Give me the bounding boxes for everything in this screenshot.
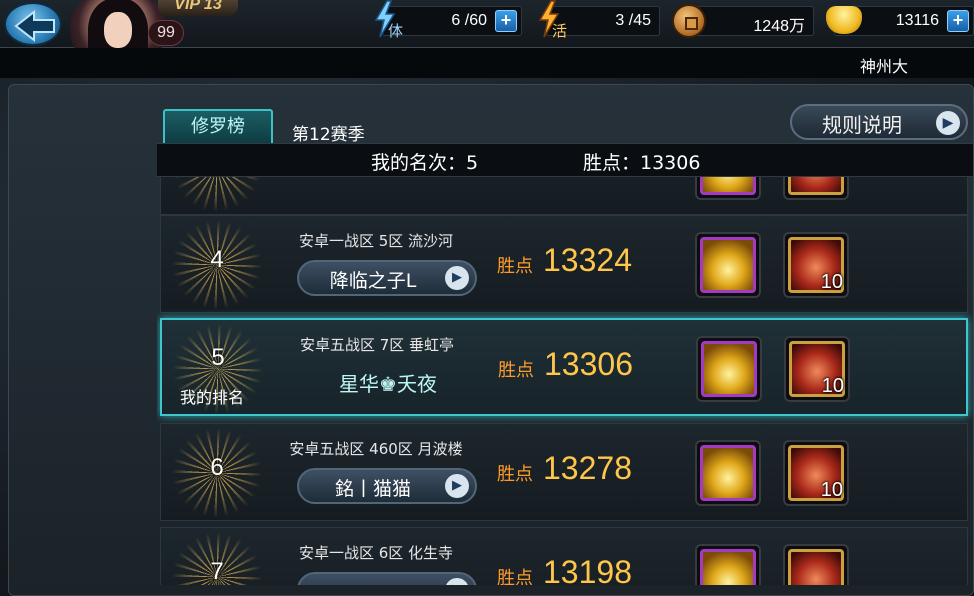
arrow-right-icon: ▶ xyxy=(936,111,960,135)
red-chest-icon[interactable] xyxy=(783,544,849,585)
rank-burst-icon xyxy=(171,177,263,212)
chest-count: 10 xyxy=(820,479,843,501)
points-value: 13306 xyxy=(544,346,633,382)
chest-count: 10 xyxy=(820,271,843,293)
player-name: 銘丨猫猫 xyxy=(334,478,411,500)
player-name-strip: 神州大 xyxy=(0,48,974,78)
ingot-value: 13116 xyxy=(895,12,939,29)
coin-icon xyxy=(672,4,706,38)
points-label: 胜点 xyxy=(497,256,533,277)
table-row[interactable]: 4 安卓一战区 5区 流沙河 降临之子L ▶ 胜点 13324 10 xyxy=(160,215,968,313)
table-row[interactable]: 6 安卓五战区 460区 月波楼 銘丨猫猫 ▶ 胜点 13278 10 xyxy=(160,423,968,521)
table-row-my-rank[interactable]: 5 我的排名 安卓五战区 7区 垂虹亭 星华♚夭夜 胜点 13306 10 xyxy=(160,318,968,416)
player-name: 神州大 xyxy=(860,57,909,76)
player-name: 星华♚夭夜 xyxy=(339,372,437,396)
red-chest-icon[interactable]: 10 xyxy=(784,336,850,402)
points-label: 胜点 xyxy=(498,360,534,381)
avatar-face xyxy=(104,12,132,48)
season-label: 第12赛季 xyxy=(292,125,365,145)
my-rank-label: 我的排名 xyxy=(180,388,245,407)
activity-label: 活 xyxy=(552,22,568,40)
server-name: 安卓五战区 7区 垂虹亭 xyxy=(299,336,455,354)
gold-treasure-icon[interactable] xyxy=(695,440,761,506)
gold-treasure-icon[interactable] xyxy=(695,177,761,200)
my-rank-text: 我的名次：5 xyxy=(371,152,479,174)
my-points-text: 胜点：13306 xyxy=(583,152,701,174)
server-name: 安卓五战区 460区 月波楼 xyxy=(289,440,463,458)
points-value: 13198 xyxy=(543,554,632,585)
table-row[interactable]: 7 安卓一战区 6区 化生寺 ▶ 胜点 13198 xyxy=(160,527,968,585)
red-chest-icon[interactable]: 10 xyxy=(783,440,849,506)
gold-treasure-icon[interactable] xyxy=(695,544,761,585)
rules-button[interactable]: 规则说明 ▶ xyxy=(790,104,968,140)
arrow-right-icon: ▶ xyxy=(445,474,469,498)
chest-count: 10 xyxy=(821,375,844,397)
gold-treasure-icon[interactable] xyxy=(695,232,761,298)
points-value: 13324 xyxy=(543,242,632,278)
red-chest-icon[interactable] xyxy=(783,177,849,200)
gold-ingot-icon xyxy=(826,6,862,34)
server-name: 安卓一战区 5区 流沙河 xyxy=(298,232,454,250)
rules-button-label: 规则说明 xyxy=(822,113,902,137)
back-button[interactable] xyxy=(4,2,62,46)
rank-number: 7 xyxy=(210,558,224,585)
stamina-value: 6 /60 xyxy=(451,12,487,29)
rank-number: 4 xyxy=(210,246,224,273)
points-label: 胜点 xyxy=(497,568,533,585)
player-name: 降临之子L xyxy=(329,270,417,292)
coin-value: 1248万 xyxy=(753,18,805,35)
red-chest-icon[interactable]: 10 xyxy=(783,232,849,298)
player-name-button[interactable]: ▶ xyxy=(297,572,477,585)
vip-badge: VIP 13 xyxy=(158,0,238,16)
rank-number: 6 xyxy=(210,454,224,481)
player-name-button[interactable]: 銘丨猫猫 ▶ xyxy=(297,468,477,504)
points-label: 胜点 xyxy=(497,464,533,485)
tab-shura-ranking[interactable]: 修罗榜 xyxy=(163,109,273,145)
arrow-right-icon: ▶ xyxy=(445,578,469,585)
activity-value: 3 /45 xyxy=(615,12,651,29)
points-value: 13278 xyxy=(543,450,632,486)
add-ingot-button[interactable]: + xyxy=(947,10,969,32)
arrow-right-icon: ▶ xyxy=(445,266,469,290)
player-level: 99 xyxy=(148,20,184,46)
gold-treasure-icon[interactable] xyxy=(696,336,762,402)
player-name-button[interactable]: 降临之子L ▶ xyxy=(297,260,477,296)
stamina-label: 体 xyxy=(388,22,404,40)
ranking-list[interactable]: 4 安卓一战区 5区 流沙河 降临之子L ▶ 胜点 13324 10 5 我的排… xyxy=(157,177,973,585)
add-stamina-button[interactable]: + xyxy=(495,10,517,32)
rank-number: 5 xyxy=(211,344,225,371)
back-arrow-icon xyxy=(14,10,55,42)
my-rank-summary: 我的名次：5 胜点：13306 xyxy=(157,143,973,177)
server-name: 安卓一战区 6区 化生寺 xyxy=(298,544,454,562)
table-row xyxy=(160,177,968,215)
